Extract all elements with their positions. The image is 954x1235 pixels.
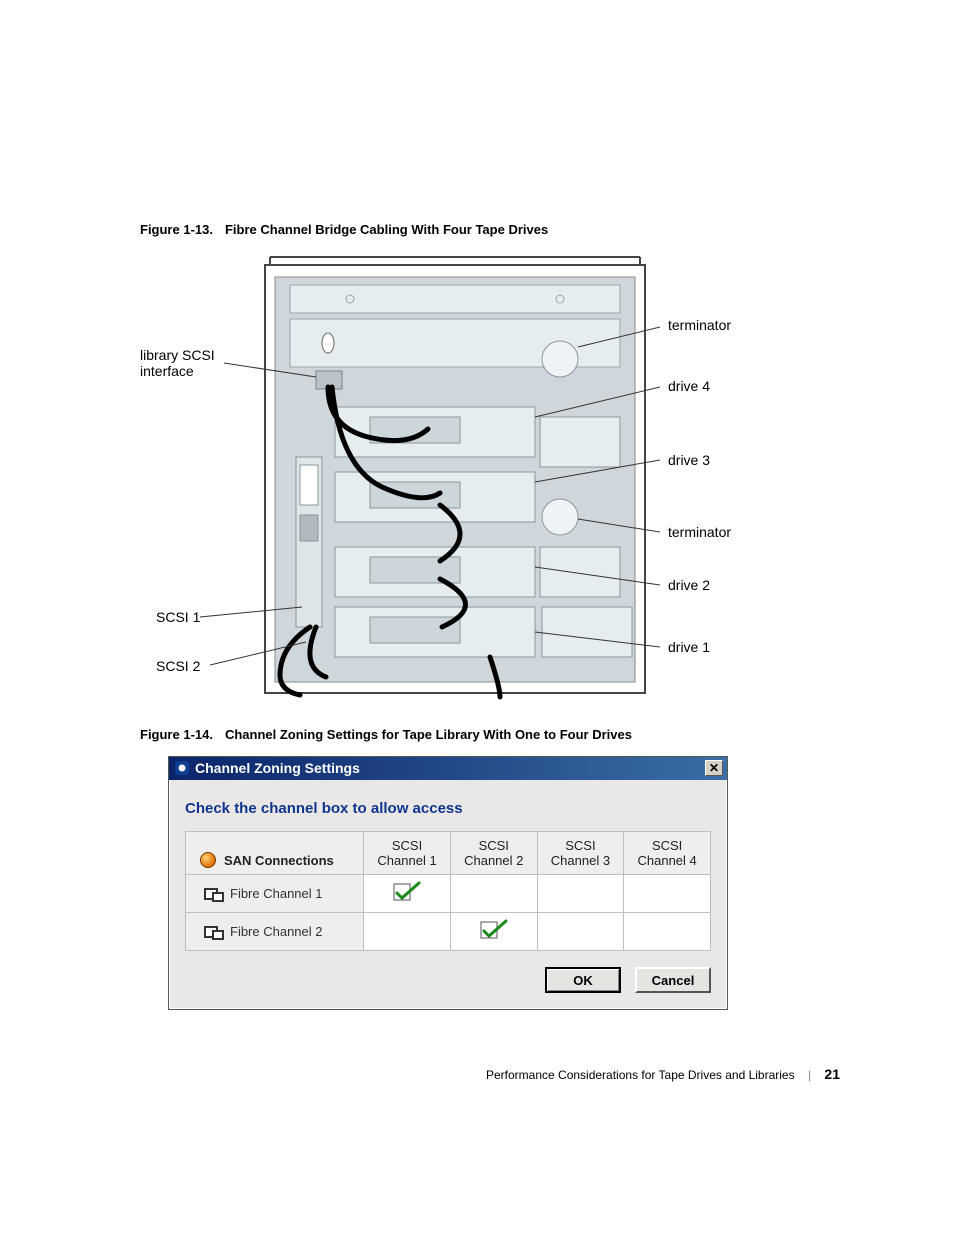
label-drive-1: drive 1 xyxy=(668,639,710,655)
figure-13-number: Figure 1-13. xyxy=(140,222,213,237)
label-terminator-mid: terminator xyxy=(668,524,731,540)
zoning-table: SAN Connections SCSIChannel 1 SCSIChanne… xyxy=(185,831,711,951)
checkmark-icon xyxy=(480,919,508,941)
close-icon: ✕ xyxy=(709,761,719,775)
dialog-subtitle: Check the channel box to allow access xyxy=(185,800,711,817)
page-footer: Performance Considerations for Tape Driv… xyxy=(140,1066,840,1082)
cell-fc2-ch4[interactable] xyxy=(624,913,711,951)
cell-fc1-ch1[interactable] xyxy=(364,875,451,913)
label-library-scsi-line2: interface xyxy=(140,363,194,379)
col-channel-2: Channel 2 xyxy=(464,853,523,868)
label-library-scsi-interface: library SCSI interface xyxy=(140,347,215,379)
app-icon xyxy=(175,761,189,775)
cell-fc2-ch3[interactable] xyxy=(537,913,624,951)
col-scsi-3a: SCSI xyxy=(565,838,595,853)
footer-section: Performance Considerations for Tape Driv… xyxy=(486,1068,795,1082)
cell-fc2-ch1[interactable] xyxy=(364,913,451,951)
close-button[interactable]: ✕ xyxy=(705,760,723,776)
footer-separator: | xyxy=(808,1068,811,1082)
ok-button[interactable]: OK xyxy=(545,967,621,993)
label-scsi-2: SCSI 2 xyxy=(156,658,200,674)
label-scsi-1: SCSI 1 xyxy=(156,609,200,625)
figure-13-diagram: terminator drive 4 drive 3 terminator dr… xyxy=(140,247,840,697)
label-terminator-top: terminator xyxy=(668,317,731,333)
col-channel-1: Channel 1 xyxy=(377,853,436,868)
col-channel-4: Channel 4 xyxy=(637,853,696,868)
figure-13-caption: Figure 1-13. Fibre Channel Bridge Cabling… xyxy=(140,222,840,237)
cell-fc2-ch2[interactable] xyxy=(450,913,537,951)
col-scsi-1a: SCSI xyxy=(392,838,422,853)
cell-fc1-ch2[interactable] xyxy=(450,875,537,913)
dialog-title: Channel Zoning Settings xyxy=(195,760,360,776)
row-fc1-label: Fibre Channel 1 xyxy=(230,886,323,901)
dialog-titlebar: Channel Zoning Settings ✕ xyxy=(169,757,727,780)
figure-13-title: Fibre Channel Bridge Cabling With Four T… xyxy=(225,222,548,237)
figure-14-number: Figure 1-14. xyxy=(140,727,213,742)
checkmark-icon xyxy=(393,881,421,903)
col-channel-3: Channel 3 xyxy=(551,853,610,868)
table-row: Fibre Channel 1 xyxy=(186,875,711,913)
figure-14-title: Channel Zoning Settings for Tape Library… xyxy=(225,727,632,742)
san-connections-header: SAN Connections xyxy=(224,853,334,868)
globe-icon xyxy=(200,852,216,868)
cell-fc1-ch3[interactable] xyxy=(537,875,624,913)
fibre-channel-icon xyxy=(204,888,222,900)
fibre-channel-icon xyxy=(204,926,222,938)
col-scsi-4a: SCSI xyxy=(652,838,682,853)
page-number: 21 xyxy=(824,1066,840,1082)
label-library-scsi-line1: library SCSI xyxy=(140,347,215,363)
cancel-button[interactable]: Cancel xyxy=(635,967,711,993)
table-row: Fibre Channel 2 xyxy=(186,913,711,951)
label-drive-2: drive 2 xyxy=(668,577,710,593)
label-drive-4: drive 4 xyxy=(668,378,710,394)
channel-zoning-dialog: Channel Zoning Settings ✕ Check the chan… xyxy=(168,756,728,1010)
col-scsi-2a: SCSI xyxy=(479,838,509,853)
figure-14-caption: Figure 1-14. Channel Zoning Settings for … xyxy=(140,727,840,742)
row-fc2-label: Fibre Channel 2 xyxy=(230,924,323,939)
cell-fc1-ch4[interactable] xyxy=(624,875,711,913)
label-drive-3: drive 3 xyxy=(668,452,710,468)
